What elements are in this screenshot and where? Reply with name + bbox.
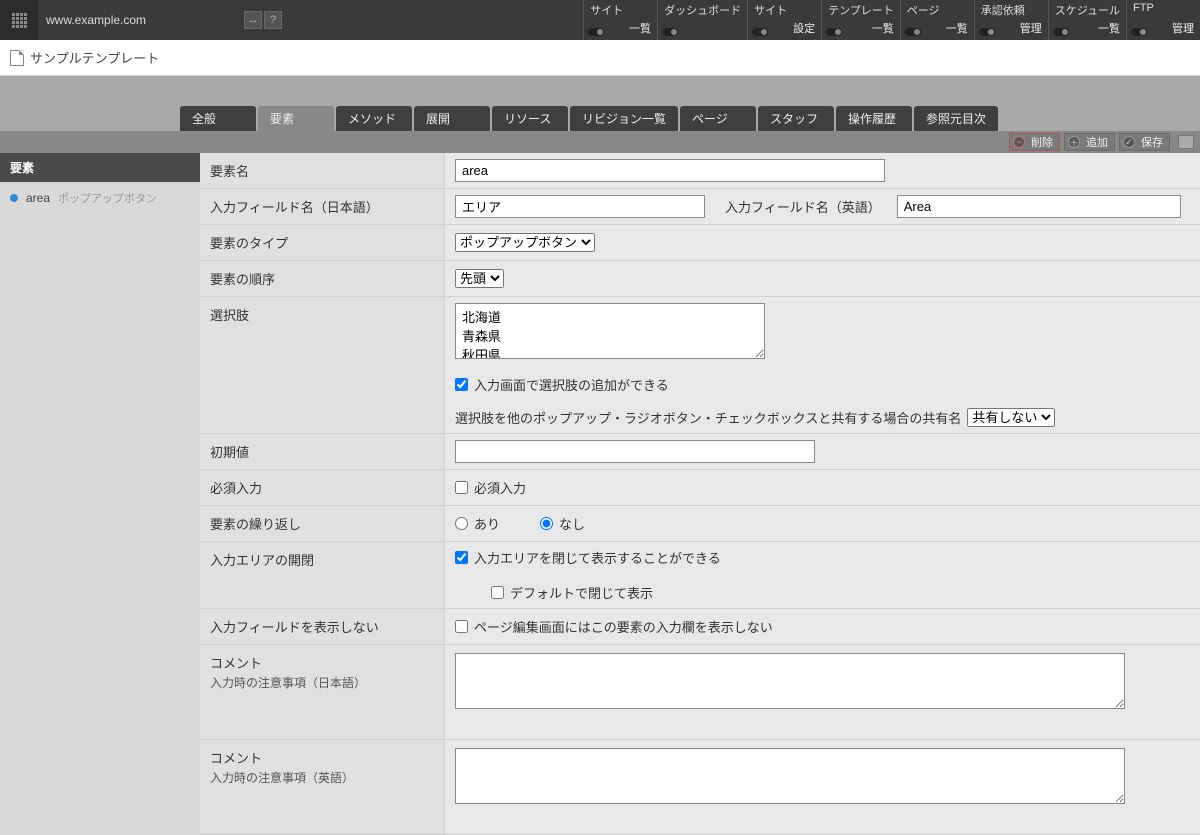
breadcrumb: サンプルテンプレート [0, 40, 1200, 76]
url-display: www.example.com ↔ ? [38, 0, 288, 40]
top-menu: サイト一覧ダッシュボードサイト設定テンプレート一覧ページ一覧承認依頼管理スケジュ… [583, 0, 1200, 40]
tab-7[interactable]: スタッフ [758, 106, 834, 131]
sidebar-item[interactable]: areaポップアップボタン [0, 182, 200, 214]
page-icon [10, 50, 24, 66]
tab-1[interactable]: 要素 [258, 106, 334, 131]
tab-0[interactable]: 全般 [180, 106, 256, 131]
top-menu-item[interactable]: FTP管理 [1126, 0, 1200, 40]
tab-9[interactable]: 参照元目次 [914, 106, 998, 131]
label-required: 必須入力 [200, 470, 445, 505]
collapse-checkbox[interactable] [455, 551, 468, 564]
save-button[interactable]: ✓保存 [1119, 133, 1170, 151]
sidebar: 要素 areaポップアップボタン [0, 153, 200, 835]
required-text: 必須入力 [474, 478, 526, 497]
plus-icon: ＋ [1068, 136, 1080, 148]
required-checkbox[interactable] [455, 481, 468, 494]
top-menu-item[interactable]: 承認依頼管理 [974, 0, 1048, 40]
toggle-icon [588, 28, 604, 36]
hide-text: ページ編集画面にはこの要素の入力欄を表示しない [474, 617, 773, 636]
check-icon: ✓ [1123, 136, 1135, 148]
collapse-default-text: デフォルトで閉じて表示 [510, 583, 653, 602]
choices-add-label: 入力画面で選択肢の追加ができる [474, 375, 669, 394]
tab-8[interactable]: 操作履歴 [836, 106, 912, 131]
default-input[interactable] [455, 440, 815, 463]
logo-dots-icon [12, 13, 27, 28]
share-label: 選択肢を他のポップアップ・ラジオボタン・チェックボックスと共有する場合の共有名 [455, 408, 961, 427]
repeat-yes-label: あり [474, 514, 500, 533]
hide-checkbox[interactable] [455, 620, 468, 633]
manual-icon[interactable] [1178, 135, 1194, 149]
label-collapse: 入力エリアの開閉 [200, 542, 445, 608]
sidebar-head: 要素 [0, 153, 200, 182]
tab-6[interactable]: ページ [680, 106, 756, 131]
input-en-field[interactable] [897, 195, 1181, 218]
tab-2[interactable]: メソッド [336, 106, 412, 131]
tab-5[interactable]: リビジョン一覧 [570, 106, 678, 131]
input-ja-field[interactable] [455, 195, 705, 218]
tabbar: 全般要素メソッド展開リソースリビジョン一覧ページスタッフ操作履歴参照元目次 [0, 106, 1200, 131]
bullet-icon [10, 194, 18, 202]
order-select[interactable]: 先頭 [455, 269, 504, 288]
page-title: サンプルテンプレート [30, 48, 159, 67]
type-select[interactable]: ポップアップボタン [455, 233, 595, 252]
add-button[interactable]: ＋追加 [1064, 133, 1115, 151]
label-input-ja: 入力フィールド名（日本語） [200, 189, 445, 224]
logo[interactable] [0, 0, 38, 40]
tab-3[interactable]: 展開 [414, 106, 490, 131]
collapse-text: 入力エリアを閉じて表示することができる [474, 548, 721, 567]
collapse-default-checkbox[interactable] [491, 586, 504, 599]
repeat-yes-radio[interactable] [455, 517, 468, 530]
top-menu-item[interactable]: テンプレート一覧 [821, 0, 900, 40]
help-icon[interactable]: ? [264, 11, 282, 29]
delete-button[interactable]: −削除 [1009, 133, 1060, 151]
label-comment-en: コメント 入力時の注意事項（英語） [200, 740, 445, 834]
comment-ja-textarea[interactable] [455, 653, 1125, 709]
toggle-icon [752, 28, 768, 36]
label-hide: 入力フィールドを表示しない [200, 609, 445, 644]
top-menu-item[interactable]: ダッシュボード [657, 0, 747, 40]
label-comment-ja: コメント 入力時の注意事項（日本語） [200, 645, 445, 739]
share-select[interactable]: 共有しない [967, 408, 1055, 427]
label-type: 要素のタイプ [200, 225, 445, 260]
top-menu-item[interactable]: ページ一覧 [900, 0, 974, 40]
top-menu-item[interactable]: サイト設定 [747, 0, 821, 40]
back-forward-icon[interactable]: ↔ [244, 11, 262, 29]
toggle-icon [1053, 28, 1069, 36]
comment-en-textarea[interactable] [455, 748, 1125, 804]
repeat-no-label: なし [559, 514, 585, 533]
top-menu-item[interactable]: サイト一覧 [583, 0, 657, 40]
toggle-icon [979, 28, 995, 36]
label-repeat: 要素の繰り返し [200, 506, 445, 541]
form: 要素名 入力フィールド名（日本語） 入力フィールド名（英語） 要素のタイプ ポッ… [200, 153, 1200, 835]
choices-add-checkbox[interactable] [455, 378, 468, 391]
toolbar: −削除 ＋追加 ✓保存 [0, 131, 1200, 153]
url-text: www.example.com [46, 13, 146, 27]
repeat-no-radio[interactable] [540, 517, 553, 530]
top-menu-item[interactable]: スケジュール一覧 [1048, 0, 1126, 40]
toggle-icon [1131, 28, 1147, 36]
toggle-icon [662, 28, 678, 36]
toggle-icon [826, 28, 842, 36]
topbar: www.example.com ↔ ? サイト一覧ダッシュボードサイト設定テンプ… [0, 0, 1200, 40]
label-choices: 選択肢 [200, 297, 445, 433]
toggle-icon [905, 28, 921, 36]
label-input-en: 入力フィールド名（英語） [725, 197, 881, 216]
choices-textarea[interactable] [455, 303, 765, 359]
label-default: 初期値 [200, 434, 445, 469]
label-order: 要素の順序 [200, 261, 445, 296]
element-name-input[interactable] [455, 159, 885, 182]
label-element-name: 要素名 [200, 153, 445, 188]
minus-icon: − [1013, 136, 1025, 148]
tab-4[interactable]: リソース [492, 106, 568, 131]
